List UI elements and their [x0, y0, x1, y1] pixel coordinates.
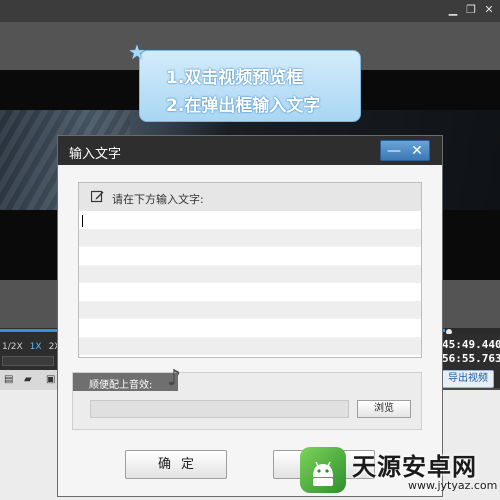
total-time: 56:55.763 [442, 352, 500, 365]
minimize-icon[interactable]: ▁ [446, 3, 460, 17]
speed-half[interactable]: 1/2X [2, 342, 23, 352]
dialog-title: 输入文字 [69, 147, 122, 162]
watermark-url: www.jytyaz.com [408, 479, 498, 492]
text-input-panel: 请在下方输入文字: [78, 182, 422, 358]
edit-icon [91, 190, 104, 203]
tip-bubble: 1.双击视频预览框 2.在弹出框输入文字 [139, 50, 361, 122]
text-panel-header: 请在下方输入文字: [79, 183, 421, 211]
current-time: 45:49.440 [442, 338, 500, 351]
sound-label-tag: 顺便配上音效: [73, 373, 178, 391]
watermark-logo [300, 447, 346, 493]
watermark: 天源安卓网 www.jytyaz.com [296, 443, 500, 500]
tip-line-1: 1.双击视频预览框 [166, 68, 304, 88]
text-input-area[interactable] [79, 211, 421, 357]
sound-file-field[interactable] [90, 400, 349, 418]
dialog-window-controls: — ✕ [380, 140, 430, 161]
star-icon: ★ [128, 40, 146, 64]
tip-line-2: 2.在弹出框输入文字 [166, 96, 321, 116]
open-folder-icon[interactable]: ▰ [24, 374, 32, 385]
text-panel-label: 请在下方输入文字: [112, 193, 204, 206]
sound-effect-panel: 顺便配上音效: ♪ 浏览 [72, 366, 422, 430]
dialog-titlebar[interactable]: 输入文字 — ✕ [58, 136, 442, 165]
speed-normal[interactable]: 1X [30, 342, 42, 352]
playback-buttons[interactable] [2, 356, 54, 366]
android-logo-icon [313, 461, 333, 486]
ok-button[interactable]: 确定 [125, 450, 227, 479]
file-toolbar: ▤ ▰ ▣ [0, 370, 60, 390]
close-icon[interactable]: ✕ [482, 3, 496, 17]
dialog-close-icon[interactable]: ✕ [405, 142, 429, 160]
dialog-minimize-icon[interactable]: — [382, 142, 406, 160]
restore-icon[interactable]: ❐ [464, 3, 478, 17]
app-titlebar: ▁ ❐ ✕ [0, 0, 500, 22]
sound-label: 顺便配上音效: [89, 380, 153, 391]
music-note-icon: ♪ [167, 366, 182, 391]
export-video-button[interactable]: 导出视频 [442, 370, 494, 388]
new-file-icon[interactable]: ▤ [4, 374, 13, 385]
browse-button[interactable]: 浏览 [357, 400, 411, 418]
watermark-title: 天源安卓网 [352, 453, 477, 481]
save-icon[interactable]: ▣ [46, 374, 55, 385]
text-caret [82, 215, 83, 227]
